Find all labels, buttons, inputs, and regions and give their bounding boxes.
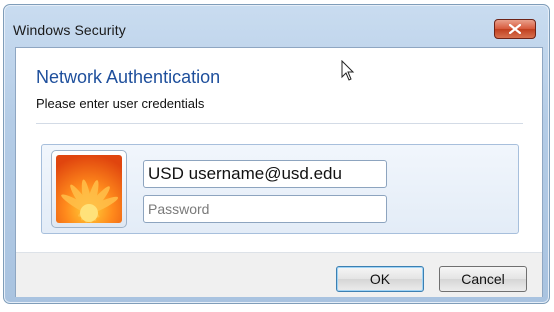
password-field[interactable]: Password [143, 195, 387, 223]
credential-tile: USD username@usd.edu Password [41, 144, 519, 234]
username-field[interactable]: USD username@usd.edu [143, 160, 387, 188]
button-bar: OK Cancel [16, 252, 542, 297]
user-avatar-flower-icon [56, 155, 122, 223]
dialog-instructions: Please enter user credentials [36, 96, 205, 111]
window-title: Windows Security [13, 22, 126, 38]
avatar [51, 150, 127, 228]
dialog-client-area: Network Authentication Please enter user… [15, 47, 543, 297]
close-button[interactable] [494, 19, 536, 39]
security-dialog-window: Windows Security Network Authentication … [3, 4, 550, 304]
close-icon [509, 24, 521, 34]
cancel-button[interactable]: Cancel [439, 266, 527, 292]
divider [36, 123, 523, 124]
mouse-cursor-icon [341, 60, 355, 81]
dialog-heading: Network Authentication [36, 67, 221, 87]
ok-button[interactable]: OK [336, 266, 424, 292]
